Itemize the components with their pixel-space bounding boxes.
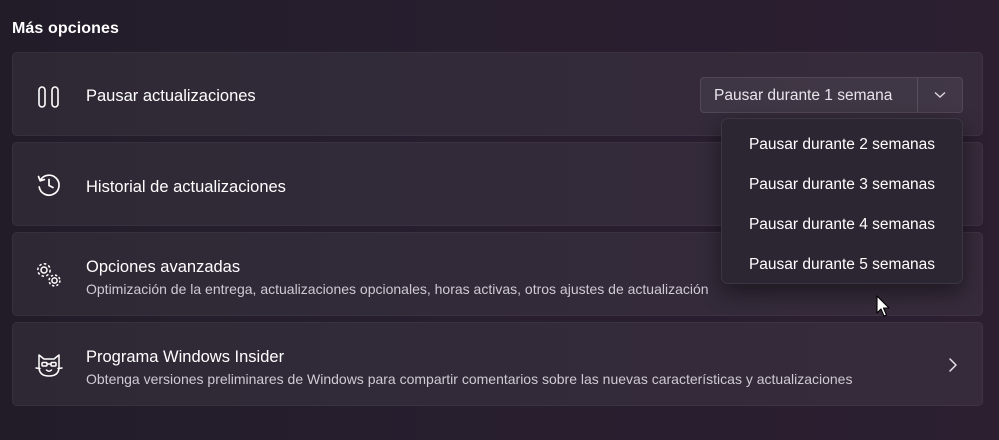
dropdown-option-3-weeks[interactable]: Pausar durante 3 semanas [722, 165, 962, 205]
windows-insider-card[interactable]: Programa Windows Insider Obtenga version… [12, 322, 983, 406]
windows-insider-description: Obtenga versiones preliminares de Window… [86, 371, 853, 387]
update-history-label: Historial de actualizaciones [86, 178, 286, 196]
pause-duration-value: Pausar durante 1 semana [714, 87, 893, 104]
pause-icon [33, 81, 65, 113]
pause-duration-dropdown: Pausar durante 2 semanas Pausar durante … [721, 118, 963, 284]
pause-duration-select[interactable]: Pausar durante 1 semana [700, 77, 963, 113]
chevron-right-icon[interactable] [943, 355, 963, 375]
dropdown-option-2-weeks[interactable]: Pausar durante 2 semanas [722, 125, 962, 165]
mouse-pointer-icon [876, 295, 892, 319]
dropdown-option-5-weeks[interactable]: Pausar durante 5 semanas [722, 245, 962, 285]
chevron-down-icon[interactable] [918, 78, 962, 112]
dropdown-option-4-weeks[interactable]: Pausar durante 4 semanas [722, 205, 962, 245]
advanced-options-description: Optimización de la entrega, actualizacio… [86, 281, 709, 297]
section-title: Más opciones [12, 20, 120, 37]
history-icon [33, 169, 65, 201]
pause-updates-label: Pausar actualizaciones [86, 87, 256, 105]
gears-icon [33, 259, 65, 291]
insider-cat-icon [33, 349, 65, 381]
windows-insider-label: Programa Windows Insider [86, 348, 285, 366]
advanced-options-label: Opciones avanzadas [86, 258, 241, 276]
